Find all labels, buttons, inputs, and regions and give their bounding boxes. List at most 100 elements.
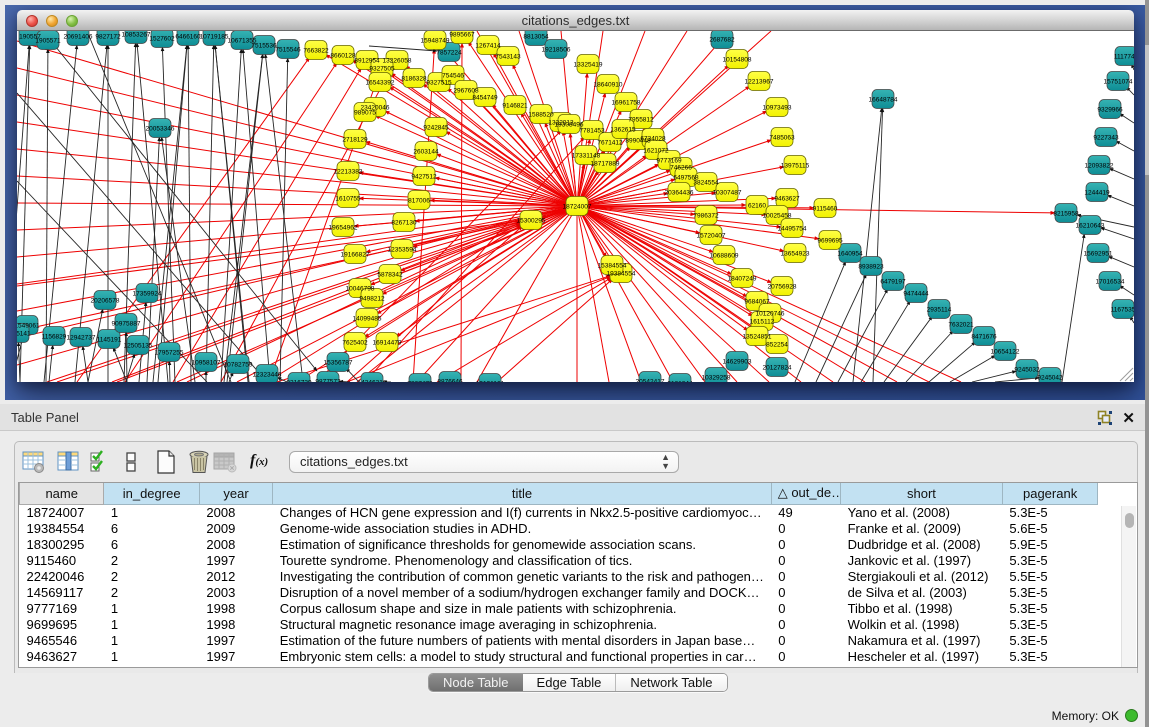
svg-text:852254: 852254 [766, 342, 788, 349]
svg-text:14495754: 14495754 [778, 226, 807, 233]
svg-text:2935114: 2935114 [927, 307, 952, 314]
svg-text:10719185: 10719185 [200, 34, 229, 41]
svg-text:6479197: 6479197 [880, 279, 906, 286]
svg-text:7515546: 7515546 [275, 47, 301, 54]
svg-text:7986372: 7986372 [693, 213, 719, 220]
svg-text:8267130: 8267130 [391, 220, 417, 227]
svg-text:8454749: 8454749 [472, 95, 498, 102]
svg-text:3915141: 3915141 [17, 331, 31, 338]
svg-text:12505135: 12505135 [124, 343, 153, 350]
svg-text:7632021: 7632021 [948, 322, 974, 329]
svg-text:10782759: 10782759 [224, 362, 253, 369]
svg-text:754546: 754546 [442, 73, 464, 80]
svg-text:1615112: 1615112 [750, 319, 775, 326]
svg-text:17957255: 17957255 [155, 350, 184, 357]
svg-text:1621072: 1621072 [643, 148, 669, 155]
svg-text:10654122: 10654122 [991, 349, 1020, 356]
svg-text:19218506: 19218506 [542, 47, 571, 54]
svg-text:7515536: 7515536 [251, 43, 277, 50]
svg-text:8912954: 8912954 [354, 58, 380, 65]
svg-text:12213383: 12213383 [334, 169, 363, 176]
svg-text:12323446: 12323446 [253, 372, 282, 379]
svg-text:19191161: 19191161 [476, 381, 505, 383]
svg-text:8876646: 8876646 [437, 379, 463, 383]
svg-text:14099485: 14099485 [353, 316, 382, 323]
svg-text:62160: 62160 [748, 203, 766, 210]
svg-text:20691406: 20691406 [64, 34, 93, 41]
svg-text:8938923: 8938923 [858, 264, 884, 271]
svg-text:9463627: 9463627 [774, 196, 800, 203]
svg-text:2687682: 2687682 [709, 37, 735, 44]
svg-text:1145191: 1145191 [97, 337, 122, 344]
svg-text:9329966: 9329966 [1097, 107, 1123, 114]
svg-text:7663822: 7663822 [303, 48, 329, 55]
svg-text:9327505: 9327505 [369, 66, 395, 73]
svg-text:1117744: 1117744 [1114, 54, 1134, 61]
svg-text:13325419: 13325419 [574, 62, 603, 69]
svg-text:2967608: 2967608 [453, 88, 479, 95]
svg-text:16648784: 16648784 [869, 97, 898, 104]
svg-text:1549061: 1549061 [17, 323, 40, 330]
svg-text:7485063: 7485063 [769, 135, 795, 142]
svg-text:10046798: 10046798 [346, 286, 375, 293]
svg-text:1588520: 1588520 [528, 112, 554, 119]
svg-text:19384554: 19384554 [607, 271, 636, 278]
svg-text:15300295: 15300295 [517, 218, 546, 225]
svg-text:20053346: 20053346 [146, 126, 175, 133]
svg-text:1640954: 1640954 [837, 251, 863, 258]
svg-text:1244419: 1244419 [1084, 190, 1110, 197]
svg-text:10025458: 10025458 [763, 213, 792, 220]
svg-text:20206578: 20206578 [91, 298, 120, 305]
svg-text:15692951: 15692951 [1084, 251, 1113, 258]
svg-text:15948749: 15948749 [421, 38, 450, 45]
svg-text:8186328: 8186328 [401, 76, 427, 83]
svg-text:3824554: 3824554 [693, 180, 719, 187]
svg-text:7955812: 7955812 [628, 117, 654, 124]
svg-text:15751074: 15751074 [1104, 79, 1133, 86]
svg-text:10307487: 10307487 [713, 190, 742, 197]
svg-text:18407249: 18407249 [728, 276, 757, 283]
svg-text:16210643: 16210643 [1076, 223, 1105, 230]
svg-text:18717889: 18717889 [591, 161, 620, 168]
svg-text:1362615: 1362615 [610, 127, 636, 134]
svg-text:1610755: 1610755 [335, 196, 361, 203]
svg-text:2603144: 2603144 [413, 149, 439, 156]
svg-text:19166827: 19166827 [341, 252, 370, 259]
svg-text:8813054: 8813054 [523, 34, 549, 41]
svg-text:9327515: 9327515 [426, 80, 452, 87]
svg-text:16543392: 16543392 [366, 80, 395, 87]
svg-text:1905571: 1905571 [35, 38, 61, 45]
svg-text:9474444: 9474444 [903, 291, 929, 298]
svg-text:17359924: 17359924 [133, 291, 162, 298]
svg-text:746266: 746266 [670, 165, 692, 172]
svg-text:7207473: 7207473 [407, 381, 433, 383]
svg-text:9877572: 9877572 [315, 379, 341, 383]
svg-text:10853267: 10853267 [122, 32, 151, 39]
svg-text:9827172: 9827172 [95, 34, 121, 41]
svg-text:1156829: 1156829 [42, 334, 67, 341]
svg-text:7671412: 7671412 [597, 140, 623, 147]
svg-text:17016534: 17016534 [1096, 279, 1125, 286]
svg-text:13654923: 13654923 [781, 251, 810, 258]
svg-text:8215958: 8215958 [1053, 211, 1079, 218]
svg-text:14629903: 14629903 [723, 359, 752, 366]
svg-text:14246316: 14246316 [358, 380, 387, 383]
svg-text:16914479: 16914479 [373, 340, 402, 347]
svg-text:12213967: 12213967 [745, 79, 774, 86]
svg-text:9498212: 9498212 [359, 296, 385, 303]
svg-text:15384554: 15384554 [598, 263, 627, 270]
svg-text:8471676: 8471676 [971, 334, 997, 341]
svg-text:1167535: 1167535 [1111, 307, 1134, 314]
svg-text:8660128: 8660128 [330, 53, 356, 60]
svg-text:7781453: 7781453 [579, 128, 605, 135]
svg-text:19654962: 19654962 [329, 225, 358, 232]
svg-text:9245032: 9245032 [1014, 367, 1040, 374]
svg-text:13524851: 13524851 [743, 334, 772, 341]
svg-text:12942737: 12942737 [67, 335, 96, 342]
svg-text:8216739: 8216739 [286, 380, 312, 383]
svg-text:9427512: 9427512 [411, 174, 437, 181]
svg-text:10154808: 10154808 [723, 57, 752, 64]
svg-text:20364436: 20364436 [665, 190, 694, 197]
svg-text:12093822: 12093822 [1085, 163, 1114, 170]
svg-text:10688609: 10688609 [710, 253, 739, 260]
